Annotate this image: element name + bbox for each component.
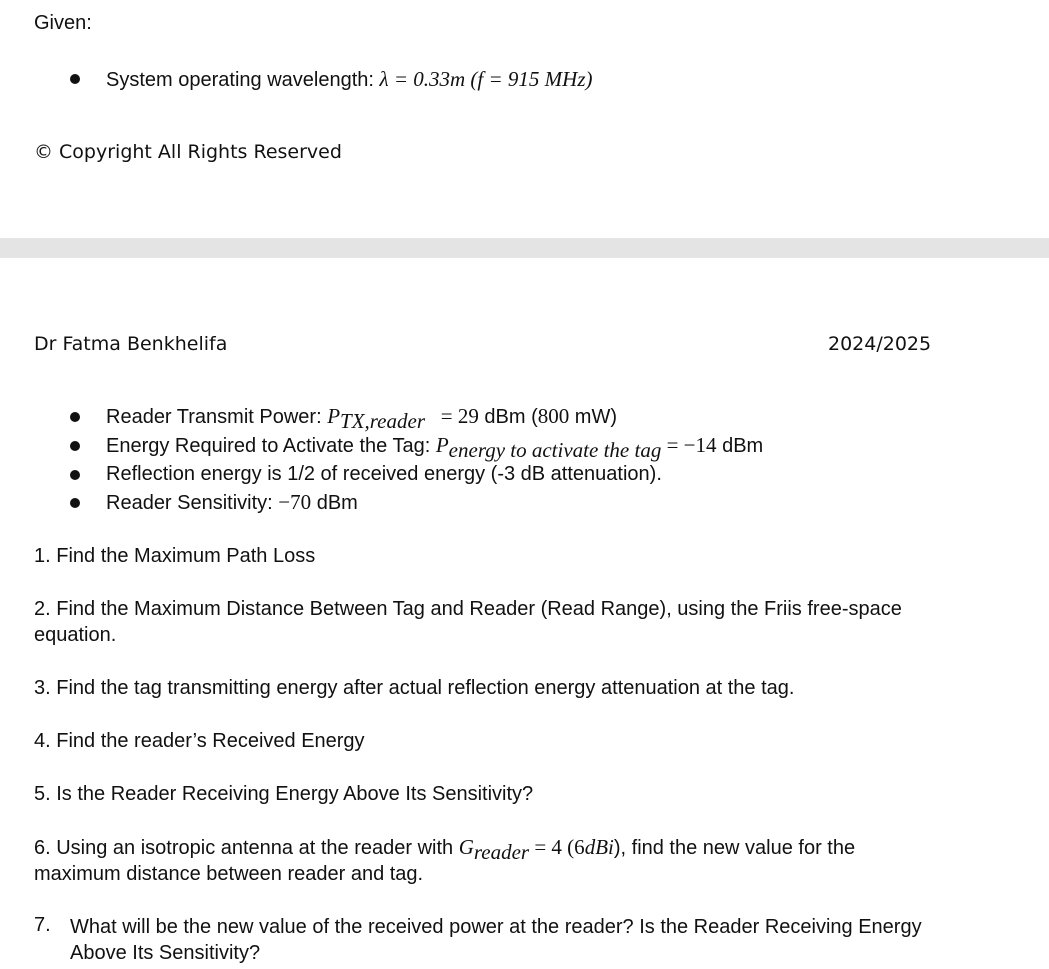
bullet-icon: [70, 74, 80, 84]
activation-energy-unit: dBm: [716, 435, 764, 457]
gain-subscript: reader: [473, 840, 530, 864]
question-1: 1. Find the Maximum Path Loss: [34, 545, 316, 567]
activation-energy-item: Energy Required to Activate the Tag: Pen…: [106, 433, 764, 461]
page-separator: [0, 238, 1049, 258]
wavelength-formula: λ = 0.33m (f = 915 MHz): [379, 67, 593, 91]
question-5: 5. Is the Reader Receiving Energy Above …: [34, 783, 534, 805]
activation-energy-value: = −14: [661, 433, 717, 457]
tx-power-equals: = 29: [425, 404, 479, 428]
gain-dbi: dBi: [584, 835, 614, 859]
sensitivity-unit: dBm: [311, 492, 358, 514]
activation-energy-label: Energy Required to Activate the Tag:: [106, 435, 436, 457]
bullet-icon: [70, 470, 80, 480]
academic-year: 2024/2025: [828, 333, 932, 355]
tx-power-mw: 800: [537, 404, 570, 428]
reflection-item: Reflection energy is 1/2 of received ene…: [106, 463, 662, 485]
gain-symbol: G: [458, 835, 474, 859]
given-heading: Given:: [34, 12, 92, 34]
bullet-icon: [70, 441, 80, 451]
question-6-text-a: 6. Using an isotropic antenna at the rea…: [34, 837, 459, 859]
question-4: 4. Find the reader’s Received Energy: [34, 730, 365, 752]
copyright-notice: © Copyright All Rights Reserved: [34, 141, 342, 163]
wavelength-item: System operating wavelength: λ = 0.33m (…: [106, 67, 593, 92]
gain-value: = 4 (6: [529, 835, 585, 859]
question-3: 3. Find the tag transmitting energy afte…: [34, 677, 795, 699]
tx-power-subscript: TX,reader: [340, 409, 425, 433]
bullet-icon: [70, 498, 80, 508]
sensitivity-value: −70: [278, 490, 312, 514]
author-name: Dr Fatma Benkhelifa: [34, 333, 228, 355]
question-7-number: 7.: [34, 914, 51, 936]
tx-power-label: Reader Transmit Power:: [106, 406, 328, 428]
activation-energy-symbol: P: [435, 433, 449, 457]
question-6: 6. Using an isotropic antenna at the rea…: [34, 834, 944, 887]
sensitivity-label: Reader Sensitivity:: [106, 492, 279, 514]
tx-power-unit: dBm (: [478, 406, 538, 428]
tx-power-symbol: P: [327, 404, 341, 428]
tx-power-item: Reader Transmit Power: PTX,reader = 29 d…: [106, 404, 618, 432]
activation-energy-subscript: energy to activate the tag: [448, 438, 662, 462]
tx-power-end: mW): [569, 406, 618, 428]
wavelength-label: System operating wavelength:: [106, 69, 380, 91]
question-7: What will be the new value of the receiv…: [70, 916, 922, 964]
sensitivity-item: Reader Sensitivity: −70 dBm: [106, 490, 358, 515]
question-2: 2. Find the Maximum Distance Between Tag…: [34, 598, 902, 646]
bullet-icon: [70, 412, 80, 422]
